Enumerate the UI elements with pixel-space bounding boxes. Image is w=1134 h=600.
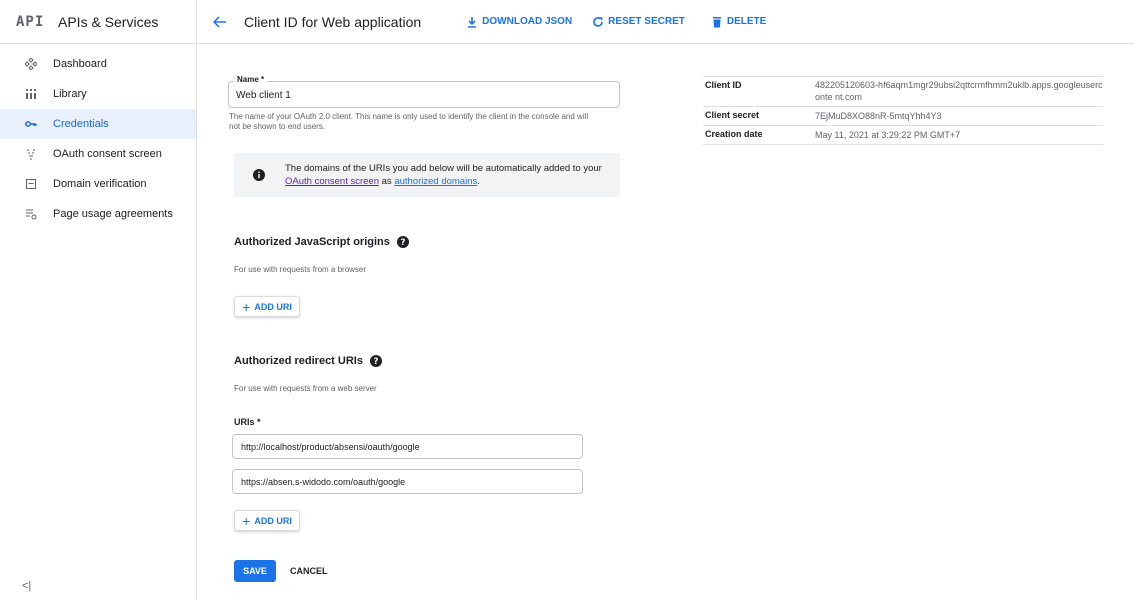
- key-icon: [24, 117, 38, 131]
- download-icon: [468, 16, 477, 28]
- detail-key: Client ID: [705, 80, 742, 90]
- js-origins-subtitle: For use with requests from a browser: [234, 265, 367, 274]
- back-arrow-icon[interactable]: [210, 12, 230, 32]
- dashboard-icon: [24, 57, 38, 71]
- help-icon[interactable]: ?: [369, 355, 382, 367]
- client-secret-value: 7EjMuD8XO88nR-5mtqYhh4Y3: [815, 111, 942, 121]
- redirect-uris-subtitle: For use with requests from a web server: [234, 384, 377, 393]
- info-icon: [253, 169, 265, 181]
- reset-secret-label: RESET SECRET: [608, 16, 685, 27]
- domain-icon: [24, 177, 38, 191]
- sidebar-item-label: Credentials: [53, 118, 109, 130]
- svg-text:?: ?: [374, 357, 379, 367]
- delete-label: DELETE: [726, 16, 767, 27]
- svg-text:?: ?: [400, 238, 405, 248]
- detail-row-client-secret: Client secret 7EjMuD8XO88nR-5mtqYhh4Y3: [703, 107, 1103, 126]
- add-uri-label: ADD URI: [254, 301, 292, 312]
- client-details-table: Client ID 482205120603-hf6aqm1mgr29ubsi2…: [703, 76, 1103, 145]
- client-id-value: 482205120603-hf6aqm1mgr29ubsi2qttcrmfhmm…: [815, 80, 1103, 102]
- oauth-consent-link[interactable]: OAuth consent screen: [285, 176, 379, 187]
- info-text-middle: as: [379, 176, 395, 187]
- add-redirect-uri-button[interactable]: + ADD URI: [234, 510, 300, 531]
- name-field-label: Name *: [234, 75, 268, 84]
- plus-icon: +: [242, 512, 251, 529]
- redirect-uri-input[interactable]: http://localhost/product/absensi/oauth/g…: [232, 434, 583, 459]
- sidebar-item-dashboard[interactable]: Dashboard: [0, 49, 196, 79]
- api-logo: API: [16, 13, 45, 30]
- sidebar-item-page-usage[interactable]: Page usage agreements: [0, 199, 196, 229]
- name-field-value[interactable]: Web client 1: [236, 90, 291, 101]
- trash-icon: [712, 16, 721, 27]
- consent-icon: [24, 147, 38, 161]
- creation-date-value: May 11, 2021 at 3:29:22 PM GMT+7: [815, 130, 961, 140]
- detail-row-client-id: Client ID 482205120603-hf6aqm1mgr29ubsi2…: [703, 77, 1103, 107]
- page-title: Client ID for Web application: [244, 13, 422, 30]
- library-icon: [24, 87, 38, 101]
- authorized-domains-link[interactable]: authorized domains: [394, 176, 477, 187]
- redirect-uri-input[interactable]: https://absen.s-widodo.com/oauth/google: [232, 469, 583, 494]
- js-origins-heading: Authorized JavaScript origins ?: [234, 236, 409, 248]
- save-button[interactable]: SAVE: [234, 560, 276, 582]
- refresh-icon: [593, 16, 603, 27]
- info-text: The domains of the URIs you add below wi…: [285, 162, 605, 188]
- detail-key: Client secret: [705, 110, 760, 120]
- detail-row-creation-date: Creation date May 11, 2021 at 3:29:22 PM…: [703, 126, 1103, 145]
- redirect-uris-heading: Authorized redirect URIs ?: [234, 355, 382, 367]
- sidebar-header: API APIs & Services: [0, 0, 196, 44]
- cancel-button[interactable]: CANCEL: [290, 560, 328, 582]
- uris-label: URIs *: [234, 417, 261, 427]
- sidebar-item-label: Page usage agreements: [53, 208, 173, 220]
- reset-secret-button[interactable]: RESET SECRET: [592, 16, 685, 28]
- add-uri-label: ADD URI: [254, 515, 292, 526]
- info-text-prefix: The domains of the URIs you add below wi…: [285, 163, 602, 174]
- redirect-uris-title: Authorized redirect URIs: [234, 355, 363, 367]
- sidebar-item-credentials[interactable]: Credentials: [0, 109, 196, 139]
- sidebar-item-domain-verification[interactable]: Domain verification: [0, 169, 196, 199]
- detail-key: Creation date: [705, 129, 763, 139]
- sidebar-item-oauth-consent[interactable]: OAuth consent screen: [0, 139, 196, 169]
- top-bar: Client ID for Web application DOWNLOAD J…: [198, 0, 1134, 44]
- collapse-sidebar-button[interactable]: <|: [22, 580, 36, 592]
- info-text-suffix: .: [477, 176, 480, 187]
- name-help-text: The name of your OAuth 2.0 client. This …: [229, 112, 589, 131]
- settings-list-icon: [24, 207, 38, 221]
- plus-icon: +: [242, 298, 251, 315]
- sidebar-nav: Dashboard Library Credentials OAuth cons…: [0, 44, 196, 229]
- name-field[interactable]: Name * Web client 1: [228, 75, 620, 108]
- js-origins-title: Authorized JavaScript origins: [234, 236, 390, 248]
- sidebar-item-label: Library: [53, 88, 87, 100]
- delete-button[interactable]: DELETE: [711, 16, 766, 28]
- product-title[interactable]: APIs & Services: [58, 14, 158, 30]
- info-banner: The domains of the URIs you add below wi…: [234, 153, 620, 197]
- sidebar-item-label: Dashboard: [53, 58, 107, 70]
- download-json-label: DOWNLOAD JSON: [482, 16, 573, 27]
- sidebar-item-label: Domain verification: [53, 178, 147, 190]
- sidebar: API APIs & Services Dashboard Library Cr…: [0, 0, 197, 600]
- sidebar-item-library[interactable]: Library: [0, 79, 196, 109]
- help-icon[interactable]: ?: [396, 236, 409, 248]
- add-js-origin-button[interactable]: + ADD URI: [234, 296, 300, 317]
- sidebar-item-label: OAuth consent screen: [53, 148, 162, 160]
- download-json-button[interactable]: DOWNLOAD JSON: [466, 16, 572, 28]
